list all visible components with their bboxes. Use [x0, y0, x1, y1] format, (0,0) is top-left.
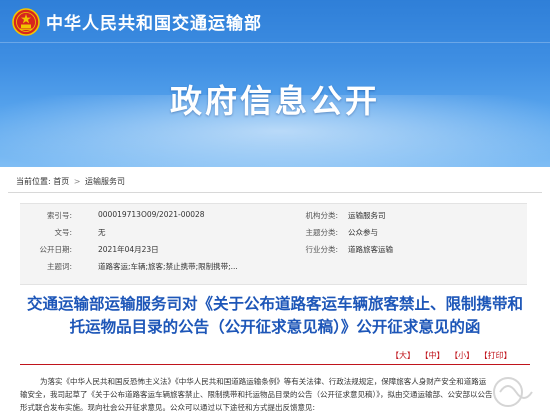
site-header: 中华人民共和国交通运输部 政府信息公开: [0, 0, 550, 167]
watermark-logo-icon: [493, 377, 533, 407]
document-metadata-table: 索引号: 000019713O09/2021-00028 机构分类: 运输服务司…: [20, 203, 527, 285]
meta-value-index: 000019713O09/2021-00028: [98, 210, 205, 219]
font-medium-button[interactable]: 【中】: [421, 351, 445, 360]
font-size-controls: 【大】 【中】 【小】 【打印】: [388, 350, 512, 361]
meta-label-org: 机构分类:: [305, 211, 338, 220]
meta-row: 文号: 无 主题分类: 公众参与: [20, 227, 527, 243]
national-emblem-icon[interactable]: [12, 8, 40, 36]
meta-label-keywords: 主题词:: [46, 262, 72, 271]
main-content: 当前位置: 首页 > 运输服务司 索引号: 000019713O09/2021-…: [8, 170, 542, 417]
page-banner-title: 政府信息公开: [169, 82, 380, 120]
font-small-button[interactable]: 【小】: [450, 351, 474, 360]
meta-value-keywords: 道路客运;车辆;旅客;禁止携带;限制携带;...: [98, 262, 238, 271]
title-divider: [20, 364, 530, 365]
header-divider: [0, 42, 550, 43]
body-paragraph-line: 输安全，我司起草了《关于公布道路客运车辆旅客禁止、限制携带和托运物品目录的公告（…: [20, 390, 493, 399]
meta-value-date: 2021年04月23日: [98, 245, 159, 254]
meta-label-industry: 行业分类:: [305, 245, 338, 254]
meta-row: 公开日期: 2021年04月23日 行业分类: 道路旅客运输: [20, 244, 527, 260]
document-body: 为落实《中华人民共和国反恐怖主义法》《中华人民共和国道路运输条例》等有关法律、行…: [20, 375, 530, 414]
meta-value-industry: 道路旅客运输: [348, 245, 393, 254]
meta-row: 主题词: 道路客运;车辆;旅客;禁止携带;限制携带;...: [20, 261, 527, 277]
meta-value-topic: 公众参与: [348, 228, 378, 237]
ministry-name[interactable]: 中华人民共和国交通运输部: [46, 9, 262, 34]
font-large-button[interactable]: 【大】: [391, 351, 415, 360]
breadcrumb-item-transport-services[interactable]: 运输服务司: [85, 177, 125, 186]
meta-row: 索引号: 000019713O09/2021-00028 机构分类: 运输服务司: [20, 210, 527, 226]
breadcrumb: 当前位置: 首页 > 运输服务司: [16, 176, 125, 187]
meta-label-topic: 主题分类:: [305, 228, 338, 237]
body-paragraph-line: 形式联合发布实施。现向社会公开征求意见。公众可以通过以下途径和方式提出反馈意见:: [20, 403, 316, 412]
meta-label-date: 公开日期:: [39, 245, 72, 254]
print-button[interactable]: 【打印】: [480, 351, 512, 360]
document-title: 交通运输部运输服务司对《关于公布道路客运车辆旅客禁止、限制携带和托运物品目录的公…: [26, 295, 523, 336]
breadcrumb-divider: [8, 192, 542, 193]
meta-label-docnum: 文号:: [54, 228, 72, 237]
meta-label-index: 索引号:: [46, 211, 72, 220]
breadcrumb-item-home[interactable]: 首页: [53, 177, 69, 186]
body-paragraph-line: 为落实《中华人民共和国反恐怖主义法》《中华人民共和国道路运输条例》等有关法律、行…: [40, 377, 487, 386]
breadcrumb-separator: >: [73, 177, 81, 186]
meta-value-docnum: 无: [98, 228, 106, 237]
breadcrumb-prefix: 当前位置:: [16, 177, 51, 186]
meta-value-org: 运输服务司: [348, 211, 386, 220]
